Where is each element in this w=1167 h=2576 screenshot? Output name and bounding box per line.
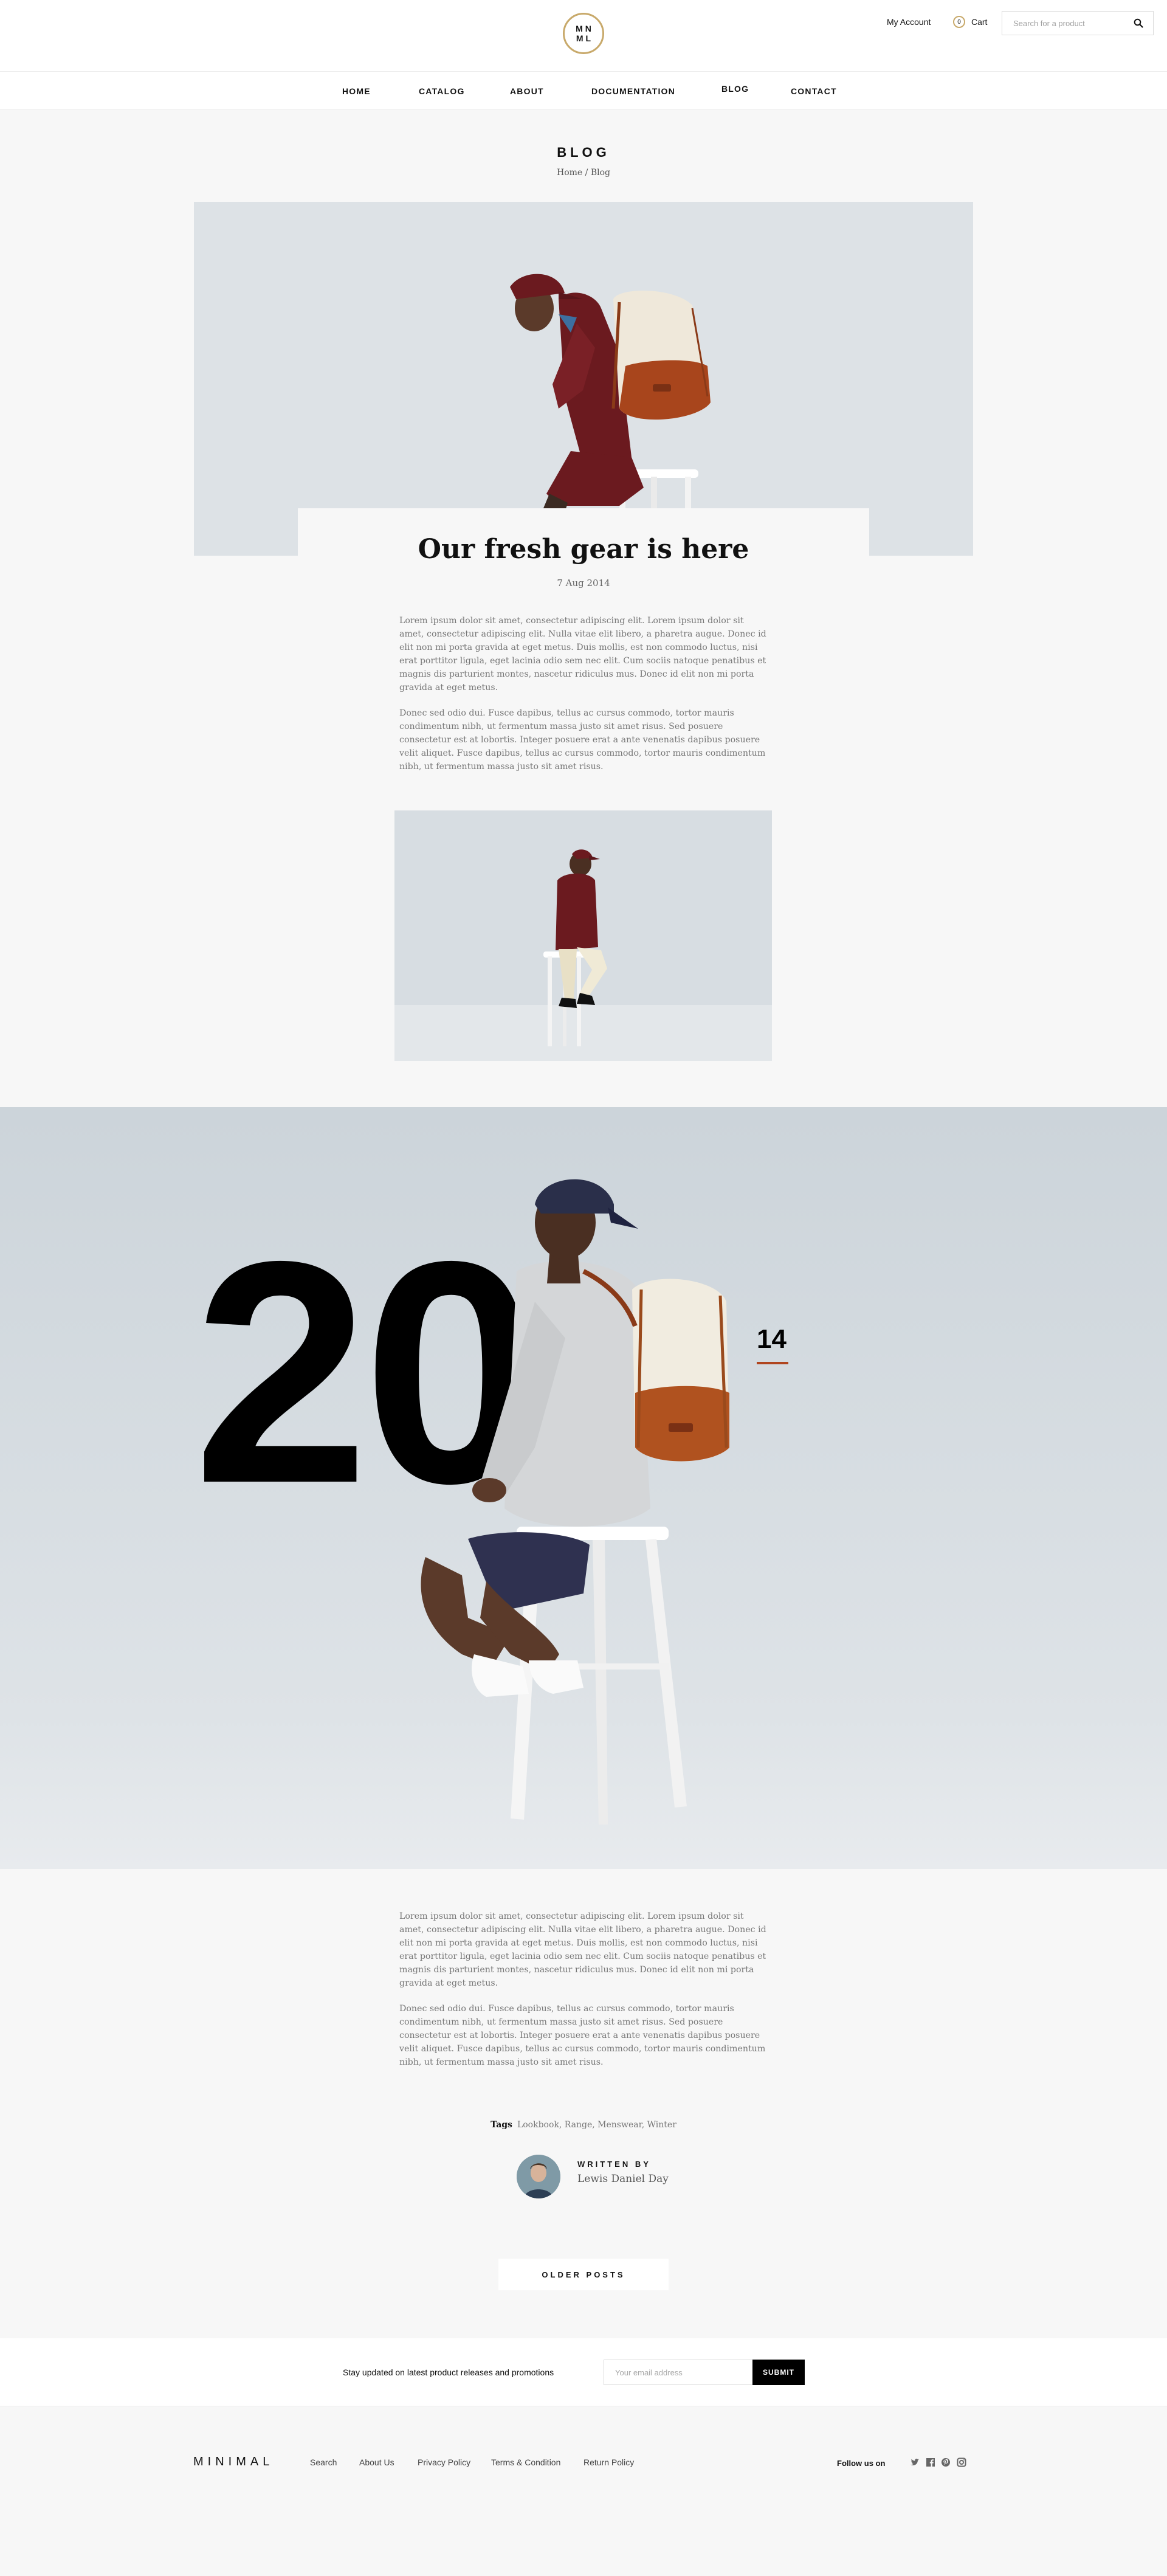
nav-home[interactable]: HOME — [342, 86, 371, 96]
logo-text-line2: ML — [576, 33, 594, 43]
breadcrumb-home[interactable]: Home — [557, 168, 582, 178]
twitter-icon[interactable] — [910, 2457, 920, 2467]
cart-count-badge: 0 — [953, 16, 965, 28]
brand-logo[interactable]: MN ML — [563, 13, 604, 54]
nav-documentation[interactable]: DOCUMENTATION — [591, 86, 675, 96]
nav-about[interactable]: ABOUT — [510, 86, 544, 96]
submit-button[interactable]: SUBMIT — [752, 2360, 805, 2385]
my-account-link[interactable]: My Account — [887, 17, 931, 27]
author-name[interactable]: Lewis Daniel Day — [577, 2173, 669, 2185]
facebook-icon[interactable] — [926, 2457, 935, 2467]
post-paragraph-4: Donec sed odio dui. Fusce dapibus, tellu… — [399, 2004, 766, 2067]
logo-text-line1: MN — [576, 24, 594, 33]
written-by-label: WRITTEN BY — [577, 2160, 651, 2169]
post-title[interactable]: Our fresh gear is here — [0, 534, 1167, 565]
post-paragraph-2: Donec sed odio dui. Fusce dapibus, tellu… — [399, 708, 766, 772]
search-icon[interactable] — [1134, 18, 1143, 28]
nav-catalog[interactable]: CATALOG — [419, 86, 465, 96]
nav-blog[interactable]: BLOG — [721, 84, 749, 94]
follow-us-label: Follow us on — [837, 2459, 886, 2468]
post-paragraph-3: Lorem ipsum dolor sit amet, consectetur … — [399, 1911, 766, 1988]
tags-label: Tags — [491, 2120, 512, 2130]
tags-list[interactable]: Lookbook, Range, Menswear, Winter — [517, 2120, 676, 2130]
pinterest-icon[interactable] — [941, 2457, 951, 2467]
email-field[interactable] — [604, 2360, 753, 2385]
footer-brand[interactable]: MINIMAL — [193, 2455, 274, 2469]
breadcrumb-current: Blog — [590, 168, 610, 178]
page-title: BLOG — [557, 145, 610, 160]
author-avatar-illustration — [517, 2155, 560, 2198]
footer-link-privacy[interactable]: Privacy Policy — [418, 2457, 470, 2467]
cart-label: Cart — [971, 17, 988, 27]
footer: MINIMAL Search About Us Privacy Policy T… — [0, 2406, 1167, 2576]
breadcrumb: Home / Blog — [0, 168, 1167, 178]
nav-contact[interactable]: CONTACT — [791, 86, 837, 96]
search-input[interactable] — [1013, 18, 1129, 28]
post-hero-image — [194, 202, 973, 556]
post-paragraph-1: Lorem ipsum dolor sit amet, consectetur … — [399, 616, 766, 692]
older-posts-button[interactable]: OLDER POSTS — [498, 2259, 669, 2290]
top-header: MN ML My Account 0 Cart — [0, 0, 1167, 72]
hero-photo-illustration — [194, 202, 973, 556]
newsletter-bar: Stay updated on latest product releases … — [0, 2338, 1167, 2406]
post-inline-image — [394, 810, 772, 1061]
footer-link-search[interactable]: Search — [310, 2457, 337, 2467]
inline-photo-illustration — [394, 810, 772, 1061]
footer-link-terms[interactable]: Terms & Condition — [491, 2457, 560, 2467]
footer-link-return[interactable]: Return Policy — [584, 2457, 634, 2467]
footer-link-about[interactable]: About Us — [359, 2457, 394, 2467]
post-tags: Tags Lookbook, Range, Menswear, Winter — [0, 2120, 1167, 2130]
cart-link[interactable]: 0 Cart — [953, 16, 987, 28]
newsletter-text: Stay updated on latest product releases … — [343, 2367, 554, 2377]
avatar[interactable] — [517, 2155, 560, 2198]
breadcrumb-separator: / — [585, 168, 588, 178]
main-nav: HOME CATALOG ABOUT DOCUMENTATION BLOG CO… — [0, 72, 1167, 109]
banner-model-figure — [421, 1179, 729, 1825]
post-date: 7 Aug 2014 — [557, 578, 610, 589]
search-box — [1002, 11, 1154, 35]
instagram-icon[interactable] — [957, 2457, 966, 2467]
